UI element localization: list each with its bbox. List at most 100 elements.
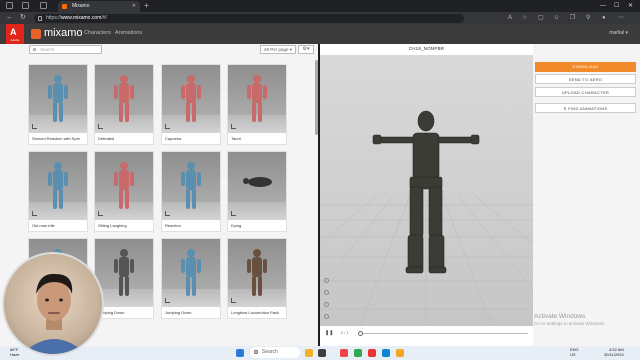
nav-animations[interactable]: Animations bbox=[115, 30, 142, 36]
collections-icon[interactable]: ❐ bbox=[570, 14, 575, 23]
timeline-track[interactable] bbox=[360, 333, 528, 334]
animation-card[interactable]: Shoved Reaction with Spin bbox=[28, 64, 88, 145]
motion-icon bbox=[165, 211, 170, 216]
motion-icon bbox=[98, 124, 103, 129]
refresh-icon[interactable]: ↻ bbox=[20, 12, 26, 24]
url-path: /#/ bbox=[101, 15, 107, 21]
character-figure bbox=[181, 162, 201, 209]
animation-card[interactable]: Capoeira bbox=[161, 64, 221, 145]
per-page-select[interactable]: 48 Per page ▾ bbox=[260, 45, 296, 54]
more-menu-icon[interactable]: ⋯ bbox=[618, 14, 624, 23]
animation-thumbnail bbox=[29, 65, 87, 133]
mixamo-logo-icon[interactable] bbox=[31, 29, 41, 39]
viewport-tool-icon[interactable] bbox=[324, 302, 329, 307]
weather-widget[interactable]: 88°F Haze bbox=[10, 347, 19, 357]
chrome-icon[interactable] bbox=[354, 349, 362, 357]
app-icon[interactable] bbox=[340, 349, 348, 357]
animation-label: Capoeira bbox=[165, 136, 182, 141]
activate-windows-title: Activate Windows bbox=[534, 313, 586, 320]
scrollbar[interactable] bbox=[315, 60, 318, 135]
viewport-tool-icon[interactable] bbox=[324, 290, 329, 295]
settings-gear-icon[interactable]: ⚙▾ bbox=[298, 45, 314, 54]
find-animations-label: FIND ANIMATIONS bbox=[568, 106, 608, 111]
favorite-star-icon[interactable]: ☆ bbox=[522, 14, 527, 23]
workspaces-icon[interactable] bbox=[22, 2, 29, 9]
user-name: marlial bbox=[609, 30, 625, 36]
favorites-icon[interactable]: ✩ bbox=[554, 14, 559, 23]
back-icon[interactable]: ← bbox=[6, 12, 13, 24]
animation-thumbnail bbox=[162, 239, 220, 307]
timeline-scrubber[interactable] bbox=[358, 331, 363, 336]
tab-title: Mixamo bbox=[72, 3, 90, 9]
user-menu[interactable]: marlial ▾ bbox=[609, 30, 628, 36]
system-clock[interactable]: 4:52 AM 30/11/2024 bbox=[604, 347, 624, 357]
read-aloud-icon[interactable]: A bbox=[508, 14, 512, 23]
task-view-icon[interactable] bbox=[318, 349, 326, 357]
character-title: CH18_NONPBR bbox=[408, 46, 445, 51]
animation-thumbnail bbox=[162, 65, 220, 133]
animation-card[interactable]: Defeated bbox=[94, 64, 154, 145]
pause-icon[interactable]: ❚❚ bbox=[325, 330, 333, 336]
nav-characters[interactable]: Characters bbox=[84, 30, 111, 36]
start-icon[interactable] bbox=[236, 349, 244, 357]
close-window-icon[interactable]: ✕ bbox=[628, 0, 633, 12]
language-indicator[interactable]: ENG US bbox=[570, 347, 579, 357]
download-button[interactable]: DOWNLOAD bbox=[535, 62, 636, 72]
browser-tab-bar: Mixamo ✕ + — ☐ ✕ bbox=[0, 0, 640, 12]
animation-card[interactable]: Longbow Locomotion Pack bbox=[227, 238, 287, 319]
motion-icon bbox=[231, 298, 236, 303]
viewport-scene bbox=[320, 110, 533, 326]
animation-card[interactable]: Dying bbox=[227, 151, 287, 232]
animation-label: Sitting Laughing bbox=[98, 223, 127, 228]
youtube-icon[interactable] bbox=[368, 349, 376, 357]
animation-label: Dying bbox=[231, 223, 242, 228]
taskbar-search-label: Search bbox=[262, 349, 278, 355]
close-tab-icon[interactable]: ✕ bbox=[132, 1, 136, 12]
viewport-tool-icon[interactable] bbox=[324, 278, 329, 283]
viewport-tool-icon[interactable] bbox=[324, 314, 329, 319]
app-icon[interactable] bbox=[396, 349, 404, 357]
animation-card[interactable]: Sitting Laughing bbox=[94, 151, 154, 232]
character-figure bbox=[243, 177, 272, 187]
browser-tab-mixamo[interactable]: Mixamo ✕ bbox=[58, 1, 140, 12]
search-placeholder: Search bbox=[40, 47, 55, 52]
frame-counter: 0 / 1 bbox=[341, 330, 349, 335]
address-bar-row: ← ↻ https://www.mixamo.com/#/ A ☆ ▢ ✩ ❐ … bbox=[0, 12, 640, 24]
profile-avatar-icon[interactable]: ● bbox=[602, 14, 606, 23]
tab-actions-icon[interactable] bbox=[40, 2, 47, 9]
webcam-overlay bbox=[2, 252, 104, 356]
file-explorer-icon[interactable] bbox=[305, 349, 313, 357]
find-animations-button[interactable]: ⚲ FIND ANIMATIONS bbox=[535, 103, 636, 113]
animation-label: Defeated bbox=[98, 136, 115, 141]
animation-card[interactable]: Old man Idle bbox=[28, 151, 88, 232]
animation-thumbnail bbox=[228, 65, 286, 133]
animation-label: Reaction bbox=[165, 223, 181, 228]
animation-card[interactable]: Taunt bbox=[227, 64, 287, 145]
profile-icon[interactable] bbox=[6, 2, 13, 9]
motion-icon bbox=[165, 124, 170, 129]
motion-icon bbox=[231, 124, 236, 129]
animation-card[interactable]: Jumping Down bbox=[161, 238, 221, 319]
edge-icon[interactable] bbox=[382, 349, 390, 357]
split-screen-icon[interactable]: ▢ bbox=[538, 14, 544, 23]
motion-icon bbox=[231, 211, 236, 216]
new-tab-button[interactable]: + bbox=[144, 0, 149, 12]
search-input[interactable]: Search bbox=[29, 45, 102, 54]
animation-card[interactable]: Reaction bbox=[161, 151, 221, 232]
brand-name[interactable]: mixamo bbox=[44, 27, 83, 40]
search-icon bbox=[254, 350, 258, 354]
maximize-icon[interactable]: ☐ bbox=[614, 0, 619, 12]
3d-viewport[interactable] bbox=[320, 55, 533, 326]
motion-icon bbox=[98, 211, 103, 216]
send-to-aero-button[interactable]: SEND TO AERO bbox=[535, 74, 636, 84]
extensions-icon[interactable]: ⚲ bbox=[586, 14, 590, 23]
url-field[interactable]: https://www.mixamo.com/#/ bbox=[34, 14, 464, 23]
character-figure bbox=[247, 249, 267, 296]
animation-thumbnail bbox=[228, 152, 286, 220]
taskbar-search[interactable]: Search bbox=[250, 347, 300, 358]
character-figure bbox=[181, 75, 201, 122]
lock-icon bbox=[38, 16, 42, 21]
upload-character-button[interactable]: UPLOAD CHARACTER bbox=[535, 87, 636, 97]
minimize-icon[interactable]: — bbox=[600, 0, 606, 12]
animation-label: Taunt bbox=[231, 136, 241, 141]
